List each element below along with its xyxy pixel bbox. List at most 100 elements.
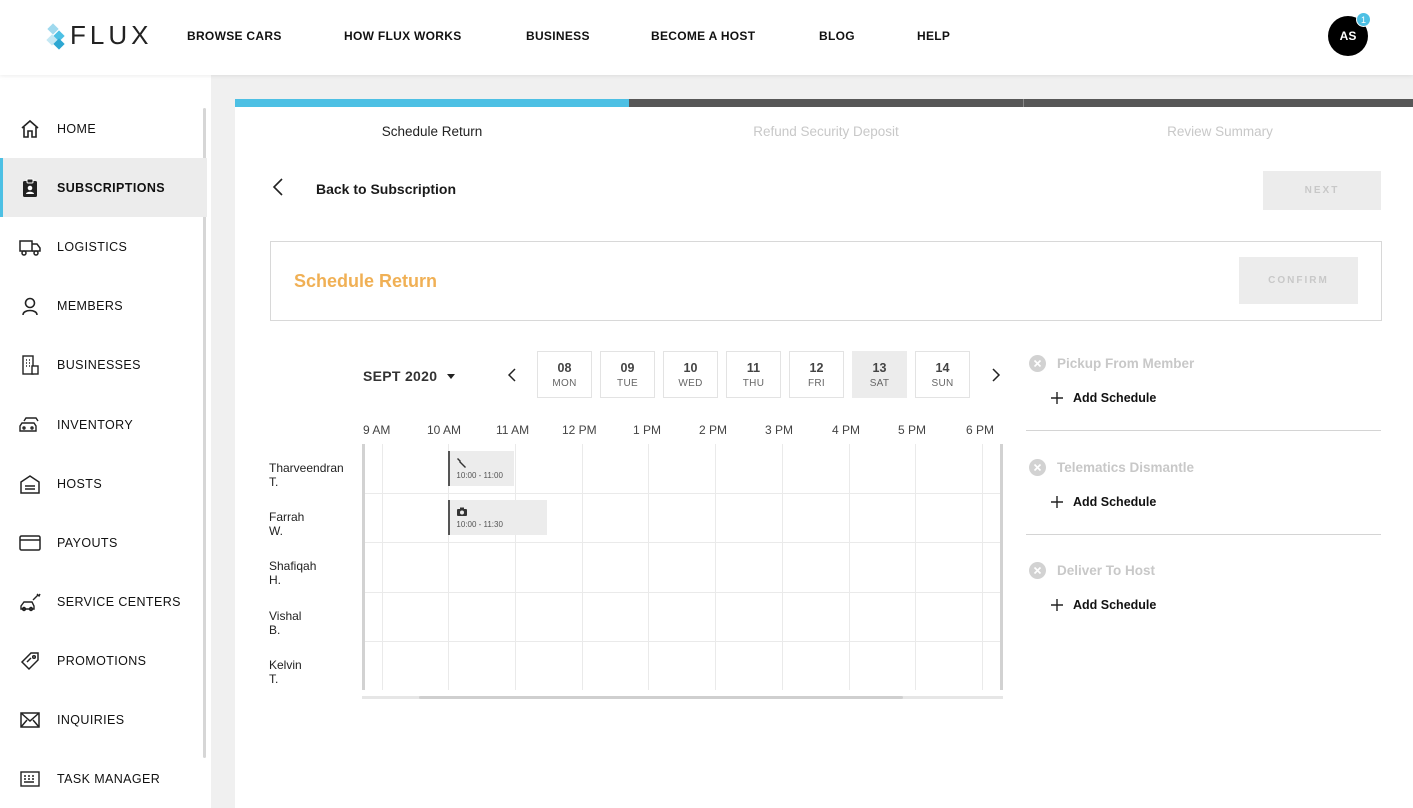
step-refund-security-deposit[interactable]: Refund Security Deposit: [629, 124, 1023, 139]
nav-become-a-host[interactable]: BECOME A HOST: [651, 29, 755, 43]
remove-task-icon[interactable]: [1029, 562, 1046, 579]
staff-last-initial: T.: [269, 672, 279, 686]
camera-icon: [456, 505, 468, 517]
staff-last-initial: W.: [269, 524, 283, 538]
day-09[interactable]: 09 TUE: [600, 351, 655, 398]
day-13-selected[interactable]: 13 SAT: [852, 351, 907, 398]
sidebar-item-label: SUBSCRIPTIONS: [57, 180, 165, 195]
schedule-return-header: Schedule Return CONFIRM: [270, 241, 1382, 321]
sidebar-item-task-manager[interactable]: TASK MANAGER: [0, 749, 207, 808]
add-schedule-label: Add Schedule: [1073, 495, 1157, 509]
sidebar-item-logistics[interactable]: LOGISTICS: [0, 217, 207, 276]
next-button[interactable]: NEXT: [1263, 171, 1381, 210]
sidebar-item-label: TASK MANAGER: [57, 771, 161, 786]
progress-step-3: [1023, 99, 1413, 107]
card-icon: [19, 532, 41, 554]
garage-icon: [19, 473, 41, 495]
day-name: FRI: [807, 378, 825, 389]
sidebar-item-promotions[interactable]: PROMOTIONS: [0, 631, 207, 690]
sidebar-item-service-centers[interactable]: SERVICE CENTERS: [0, 572, 207, 631]
building-icon: [19, 354, 41, 376]
prev-week-arrow-icon[interactable]: [505, 367, 521, 383]
nav-business[interactable]: BUSINESS: [526, 29, 590, 43]
day-12[interactable]: 12 FRI: [789, 351, 844, 398]
plus-icon: [1051, 599, 1063, 611]
day-name: SUN: [931, 378, 954, 389]
nav-browse-cars[interactable]: BROWSE CARS: [187, 29, 282, 43]
back-button[interactable]: [271, 177, 285, 197]
month-selector[interactable]: SEPT 2020: [363, 368, 456, 384]
staff-first-name: Shafiqah: [269, 559, 317, 573]
day-08[interactable]: 08 MON: [537, 351, 592, 398]
day-11[interactable]: 11 THU: [726, 351, 781, 398]
hour-gridline: [981, 444, 983, 690]
add-schedule-button[interactable]: Add Schedule: [1051, 391, 1156, 405]
time-label: 3 PM: [765, 423, 794, 437]
next-week-arrow-icon[interactable]: [987, 367, 1003, 383]
day-number: 09: [620, 361, 635, 375]
day-number: 14: [935, 361, 950, 375]
schedule-grid[interactable]: 10:00 - 11:00 10:00 - 11:30: [362, 444, 1003, 690]
event-time: 10:00 - 11:00: [456, 471, 503, 480]
hour-gridline: [648, 444, 650, 690]
progress-step-1: [235, 99, 629, 107]
month-label: SEPT 2020: [363, 368, 438, 384]
sidebar-item-inventory[interactable]: INVENTORY: [0, 395, 207, 454]
staff-first-name: Vishal: [269, 609, 302, 623]
back-to-subscription-link[interactable]: Back to Subscription: [316, 181, 456, 197]
remove-task-icon[interactable]: [1029, 355, 1046, 372]
nav-how-flux-works[interactable]: HOW FLUX WORKS: [344, 29, 462, 43]
section-title: Schedule Return: [294, 271, 438, 291]
staff-first-name: Kelvin: [269, 658, 302, 672]
sidebar-item-businesses[interactable]: BUSINESSES: [0, 335, 207, 394]
sidebar-item-label: INQUIRIES: [57, 712, 125, 727]
sidebar-item-hosts[interactable]: HOSTS: [0, 454, 207, 513]
step-review-summary[interactable]: Review Summary: [1023, 124, 1413, 139]
logo-mark-icon: [46, 21, 66, 51]
add-schedule-label: Add Schedule: [1073, 391, 1157, 405]
sidebar-item-inquiries[interactable]: INQUIRIES: [0, 690, 207, 749]
hour-gridline: [848, 444, 850, 690]
step-schedule-return[interactable]: Schedule Return: [235, 124, 629, 139]
sidebar-item-members[interactable]: MEMBERS: [0, 276, 207, 335]
scrollbar-thumb[interactable]: [419, 696, 903, 699]
staff-row-label: Farrah W.: [269, 510, 304, 538]
time-label: 4 PM: [832, 423, 861, 437]
hour-gridline: [781, 444, 783, 690]
day-name: MON: [552, 378, 577, 389]
cars-icon: [19, 414, 41, 436]
main-panel: Schedule Return Refund Security Deposit …: [235, 99, 1413, 808]
day-10[interactable]: 10 WED: [663, 351, 718, 398]
sidebar-item-subscriptions[interactable]: SUBSCRIPTIONS: [0, 158, 207, 217]
sidebar-item-label: SERVICE CENTERS: [57, 594, 181, 609]
remove-task-icon[interactable]: [1029, 459, 1046, 476]
envelope-icon: [19, 709, 41, 731]
staff-last-initial: H.: [269, 573, 281, 587]
truck-icon: [19, 236, 41, 258]
confirm-button[interactable]: CONFIRM: [1239, 257, 1358, 304]
add-schedule-button[interactable]: Add Schedule: [1051, 598, 1156, 612]
mechanic-icon: [19, 591, 41, 613]
horizontal-scrollbar[interactable]: [362, 696, 1003, 699]
time-label: 10 AM: [427, 423, 462, 437]
flux-logo[interactable]: FLUX: [46, 20, 152, 51]
schedule-event[interactable]: 10:00 - 11:00: [448, 451, 515, 486]
day-name: TUE: [617, 378, 638, 389]
add-schedule-button[interactable]: Add Schedule: [1051, 495, 1156, 509]
nav-help[interactable]: HELP: [917, 29, 950, 43]
staff-row-label: Tharveendran T.: [269, 461, 344, 489]
task-title-deliver-to-host: Deliver To Host: [1057, 563, 1156, 578]
hour-gridline: [915, 444, 917, 690]
sidebar-item-label: INVENTORY: [57, 417, 134, 432]
task-divider: [1026, 534, 1381, 535]
row-divider: [365, 592, 1000, 593]
notification-badge[interactable]: 1: [1356, 12, 1371, 27]
logo-text: FLUX: [70, 20, 153, 50]
hour-gridline: [381, 444, 383, 690]
sidebar-item-payouts[interactable]: PAYOUTS: [0, 513, 207, 572]
hour-gridline: [715, 444, 717, 690]
sidebar-item-home[interactable]: HOME: [0, 99, 207, 158]
day-14[interactable]: 14 SUN: [915, 351, 970, 398]
nav-blog[interactable]: BLOG: [819, 29, 855, 43]
schedule-event[interactable]: 10:00 - 11:30: [448, 500, 548, 536]
